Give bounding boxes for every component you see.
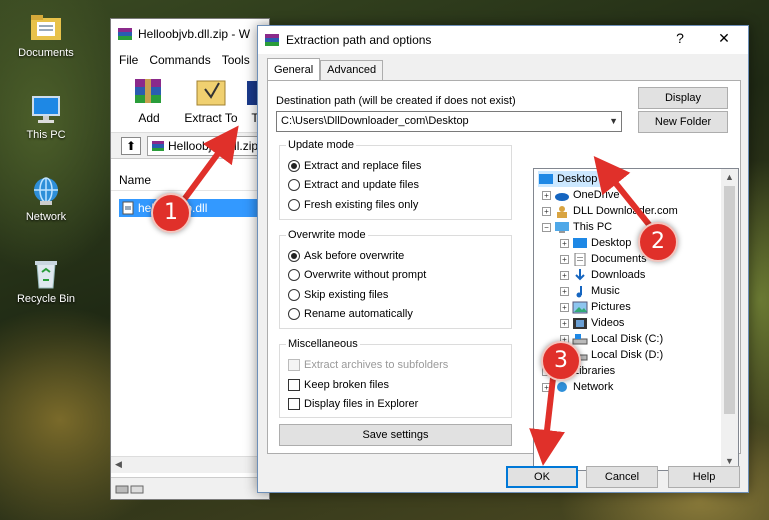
step-2-marker: 2	[638, 222, 678, 262]
arrow-to-desktop	[593, 155, 658, 234]
arrow-to-ok	[529, 377, 565, 466]
step-1-marker: 1	[151, 193, 191, 233]
arrow-to-extract-to	[177, 125, 239, 207]
step-3-marker: 3	[541, 341, 581, 381]
